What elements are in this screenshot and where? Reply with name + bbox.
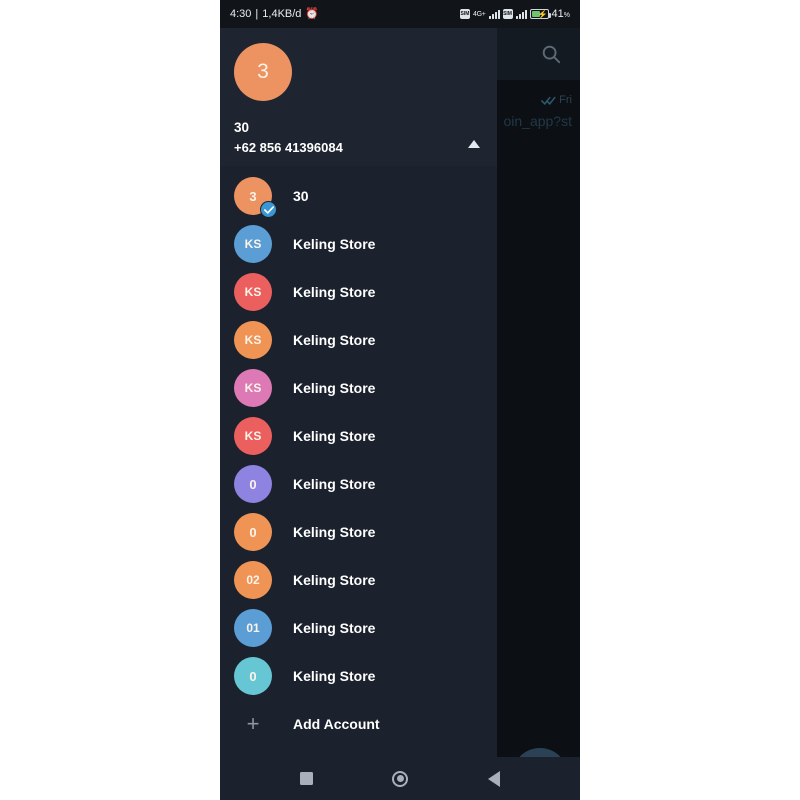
account-avatar: KS <box>234 369 272 407</box>
chat-item-day: Fri <box>559 94 572 106</box>
account-avatar: KS <box>234 321 272 359</box>
account-avatar: 02 <box>234 561 272 599</box>
account-avatar: KS <box>234 225 272 263</box>
account-avatar-initial: KS <box>244 285 262 299</box>
account-label: Keling Store <box>293 380 376 396</box>
account-avatar-initial: KS <box>244 381 262 395</box>
account-row[interactable]: 01 Keling Store <box>220 604 497 652</box>
account-row[interactable]: 0 Keling Store <box>220 460 497 508</box>
status-bar-right: SIM 4G+ SIM ⚡ 41% <box>459 8 570 20</box>
account-label: Keling Store <box>293 332 376 348</box>
account-avatar-initial: 02 <box>246 573 260 587</box>
account-avatar: KS <box>234 273 272 311</box>
account-label: Keling Store <box>293 476 376 492</box>
account-avatar: 3 <box>234 177 277 218</box>
status-bar: 4:30 | 1,4KB/d ⏰ SIM 4G+ SIM ⚡ 41% <box>220 0 580 28</box>
chat-item-snippet: oin_app?st <box>503 113 572 129</box>
account-list: 3 30 KS Keling Store KS Keling Store KS Keling … <box>220 166 497 772</box>
triangle-back-icon[interactable] <box>488 770 501 787</box>
chevron-up-icon[interactable] <box>467 136 481 148</box>
account-avatar: 0 <box>234 465 272 503</box>
account-avatar-initial: KS <box>244 333 262 347</box>
network-type-label: 4G+ <box>472 10 486 18</box>
account-avatar-initial: 0 <box>249 476 257 492</box>
account-row[interactable]: KS Keling Store <box>220 268 497 316</box>
account-row[interactable]: KS Keling Store <box>220 220 497 268</box>
signal-bars-2-icon <box>515 9 527 19</box>
phone-screen: 4:30 | 1,4KB/d ⏰ SIM 4G+ SIM ⚡ 41% Fri o… <box>220 0 580 800</box>
account-row[interactable]: 3 30 <box>220 172 497 220</box>
signal-bars-1-icon <box>488 9 500 19</box>
header-avatar-initial: 3 <box>257 60 269 83</box>
add-account-label: Add Account <box>293 716 380 732</box>
account-avatar-initial: KS <box>244 237 262 251</box>
plus-icon: + <box>246 711 260 736</box>
header-account-phone: +62 856 41396084 <box>234 140 343 155</box>
account-label: Keling Store <box>293 620 376 636</box>
account-avatar-initial: 0 <box>249 668 257 684</box>
chat-item-meta: Fri <box>503 94 572 106</box>
battery-icon: ⚡ <box>529 9 551 19</box>
account-avatar: 01 <box>234 609 272 647</box>
battery-percent: 41% <box>551 8 570 20</box>
status-data-rate: 1,4KB/d <box>262 8 302 20</box>
account-avatar-initial: 01 <box>246 621 260 635</box>
status-time: 4:30 <box>230 8 252 20</box>
account-row[interactable]: KS Keling Store <box>220 316 497 364</box>
chat-list-item[interactable]: Fri oin_app?st <box>503 94 572 129</box>
sim2-icon: SIM <box>502 9 513 19</box>
account-label: Keling Store <box>293 428 376 444</box>
status-bar-left: 4:30 | 1,4KB/d ⏰ <box>230 8 319 20</box>
account-label: Keling Store <box>293 668 376 684</box>
circle-home-icon[interactable] <box>392 770 409 787</box>
account-avatar: 0 <box>234 513 272 551</box>
check-icon <box>260 201 277 218</box>
account-row[interactable]: KS Keling Store <box>220 412 497 460</box>
account-label: Keling Store <box>293 572 376 588</box>
account-label: Keling Store <box>293 284 376 300</box>
drawer-header[interactable]: 3 30 +62 856 41396084 <box>220 28 497 166</box>
header-avatar[interactable]: 3 <box>234 43 292 101</box>
square-recents-icon[interactable] <box>299 772 313 785</box>
account-avatar: KS <box>234 417 272 455</box>
account-avatar: 0 <box>234 657 272 695</box>
account-label: Keling Store <box>293 236 376 252</box>
account-row[interactable]: 0 Keling Store <box>220 508 497 556</box>
account-switcher-drawer: 3 30 +62 856 41396084 3 30 KS Keling Store K… <box>220 28 497 772</box>
account-row[interactable]: KS Keling Store <box>220 364 497 412</box>
account-avatar-initial: 3 <box>249 188 257 204</box>
account-row[interactable]: 0 Keling Store <box>220 652 497 700</box>
alarm-clock-icon: ⏰ <box>305 7 320 20</box>
account-label: 30 <box>293 188 309 204</box>
search-icon[interactable] <box>540 43 562 65</box>
account-avatar-initial: KS <box>244 429 262 443</box>
header-account-name: 30 <box>234 120 250 135</box>
android-navigation-bar <box>220 757 580 800</box>
account-avatar-initial: 0 <box>249 524 257 540</box>
add-account-row[interactable]: + Add Account <box>220 700 497 748</box>
status-separator: | <box>255 8 259 20</box>
double-check-icon <box>541 96 556 105</box>
account-row[interactable]: 02 Keling Store <box>220 556 497 604</box>
sim1-icon: SIM <box>459 9 470 19</box>
account-label: Keling Store <box>293 524 376 540</box>
